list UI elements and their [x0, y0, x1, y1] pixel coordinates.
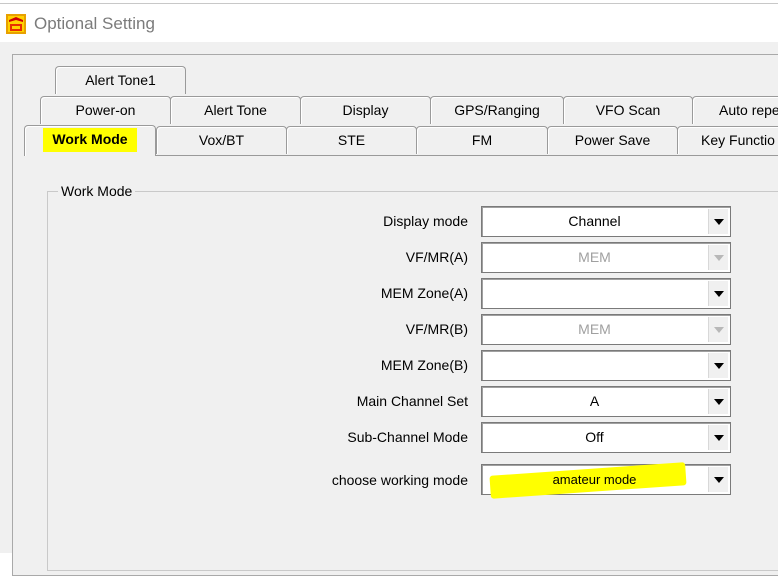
tab-fm[interactable]: FM — [416, 126, 548, 154]
tab-display[interactable]: Display — [300, 96, 431, 124]
window-title: Optional Setting — [34, 14, 155, 33]
chevron-down-icon[interactable] — [708, 281, 728, 306]
tab-gps-ranging[interactable]: GPS/Ranging — [430, 96, 564, 124]
tab-vfo-scan[interactable]: VFO Scan — [563, 96, 693, 124]
tab-vox-bt[interactable]: Vox/BT — [156, 126, 287, 154]
chevron-down-icon[interactable] — [708, 467, 728, 492]
group-title: Work Mode — [58, 183, 136, 199]
vf-mr-a-label: VF/MR(A) — [405, 249, 468, 265]
tab-power-save[interactable]: Power Save — [547, 126, 678, 154]
tab-alert-tone[interactable]: Alert Tone — [170, 96, 301, 124]
vf-mr-a-select: MEM — [481, 242, 731, 273]
working-mode-select[interactable]: amateur mode — [481, 462, 731, 499]
app-icon — [6, 14, 26, 34]
vf-mr-b-label: VF/MR(B) — [405, 321, 468, 337]
tab-auto-repeat[interactable]: Auto repe — [692, 96, 778, 124]
mem-zone-a-select[interactable] — [481, 278, 731, 309]
sub-channel-mode-select[interactable]: Off — [481, 422, 731, 453]
title-bar: Optional Setting — [0, 4, 778, 42]
tab-key-function[interactable]: Key Functio — [677, 126, 778, 154]
main-channel-set-label: Main Channel Set — [356, 393, 468, 409]
chevron-down-icon — [708, 245, 728, 270]
tab-work-mode[interactable]: Work Mode — [24, 125, 156, 156]
display-mode-select[interactable]: Channel — [481, 206, 731, 237]
tab-ste[interactable]: STE — [286, 126, 417, 154]
tab-alert-tone1[interactable]: Alert Tone1 — [55, 66, 186, 94]
vf-mr-b-select: MEM — [481, 314, 731, 345]
chevron-down-icon[interactable] — [708, 425, 728, 450]
chevron-down-icon[interactable] — [708, 209, 728, 234]
main-channel-set-select[interactable]: A — [481, 386, 731, 417]
mem-zone-a-label: MEM Zone(A) — [380, 285, 468, 301]
chevron-down-icon[interactable] — [708, 389, 728, 414]
display-mode-label: Display mode — [383, 213, 468, 229]
sub-channel-mode-label: Sub-Channel Mode — [347, 429, 468, 445]
mem-zone-b-label: MEM Zone(B) — [380, 357, 468, 373]
tab-power-on[interactable]: Power-on — [40, 96, 171, 124]
chevron-down-icon[interactable] — [708, 353, 728, 378]
working-mode-label: choose working mode — [331, 472, 468, 488]
chevron-down-icon — [708, 317, 728, 342]
mem-zone-b-select[interactable] — [481, 350, 731, 381]
